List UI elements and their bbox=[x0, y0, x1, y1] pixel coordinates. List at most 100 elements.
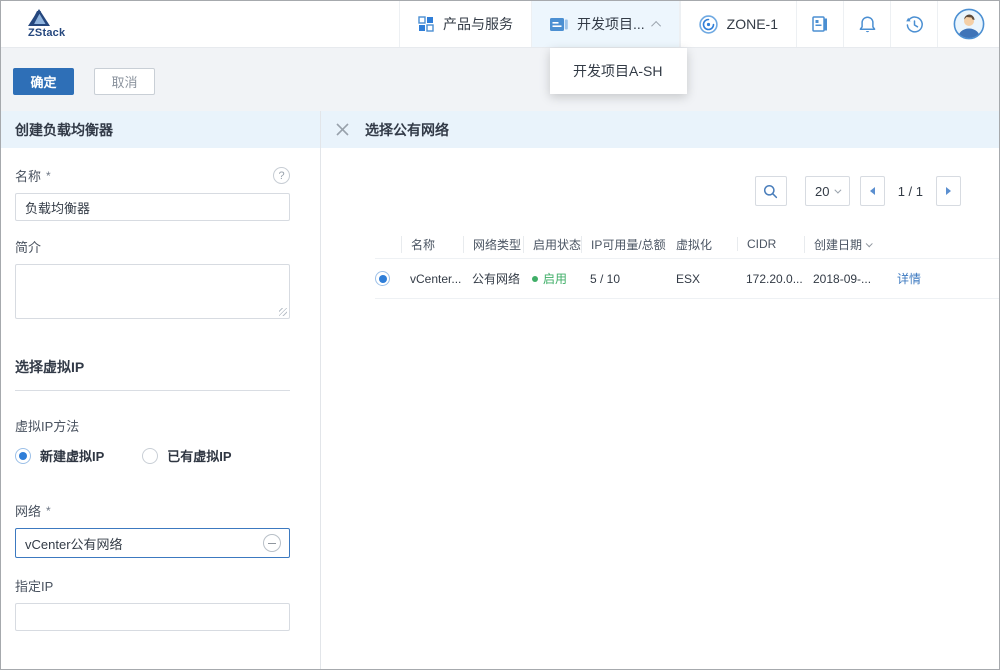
next-page-button[interactable] bbox=[936, 176, 961, 206]
network-label-row: 网络 * bbox=[15, 501, 290, 520]
brand-name: ZStack bbox=[28, 27, 65, 39]
pagination-indicator: 1 / 1 bbox=[898, 184, 923, 199]
chevron-up-icon bbox=[651, 20, 661, 30]
column-header-type[interactable]: 网络类型 bbox=[463, 236, 523, 253]
zone-icon bbox=[699, 15, 718, 34]
top-bar: ZStack 产品与服务 开发项目... bbox=[1, 1, 999, 48]
column-header-status[interactable]: 启用状态 bbox=[523, 236, 581, 253]
network-input[interactable] bbox=[16, 530, 263, 556]
cell-name: vCenter... bbox=[401, 272, 463, 286]
next-page-icon bbox=[946, 187, 951, 195]
avatar-icon bbox=[953, 8, 985, 40]
project-icon bbox=[550, 17, 568, 32]
column-header-virtualization[interactable]: 虚拟化 bbox=[667, 236, 737, 253]
detail-link[interactable]: 详情 bbox=[897, 270, 921, 287]
search-button[interactable] bbox=[755, 176, 787, 206]
search-icon bbox=[763, 184, 778, 199]
create-loadbalancer-panel: 创建负载均衡器 名称 * ? 简介 选择虚拟IP 虚拟IP方 bbox=[1, 111, 321, 669]
left-panel-title: 创建负载均衡器 bbox=[15, 120, 113, 140]
description-textarea[interactable] bbox=[15, 264, 290, 319]
cell-type: 公有网络 bbox=[463, 270, 523, 287]
page-size-value: 20 bbox=[815, 184, 829, 199]
name-input[interactable] bbox=[15, 193, 290, 221]
column-header-date[interactable]: 创建日期 bbox=[804, 236, 888, 253]
radio-new-vip-control[interactable] bbox=[15, 448, 31, 464]
project-dropdown-menu: 开发项目A-SH bbox=[550, 48, 687, 94]
nav-project-label: 开发项目... bbox=[577, 14, 645, 34]
main-content: 创建负载均衡器 名称 * ? 简介 选择虚拟IP 虚拟IP方 bbox=[1, 111, 999, 669]
close-icon[interactable] bbox=[335, 122, 350, 137]
prev-page-icon bbox=[870, 187, 875, 195]
name-label-row: 名称 * ? bbox=[15, 166, 290, 185]
confirm-button[interactable]: 确定 bbox=[13, 68, 74, 95]
radio-existing-vip-label: 已有虚拟IP bbox=[167, 446, 231, 465]
nav-products-label: 产品与服务 bbox=[443, 14, 513, 34]
network-label: 网络 bbox=[15, 501, 41, 520]
app-window: ZStack 产品与服务 开发项目... bbox=[0, 0, 1000, 670]
specify-ip-label-row: 指定IP bbox=[15, 576, 290, 595]
grid-icon bbox=[418, 16, 434, 32]
cell-status: 启用 bbox=[523, 270, 581, 287]
left-panel-header: 创建负载均衡器 bbox=[1, 111, 320, 148]
bell-icon bbox=[858, 15, 877, 34]
cell-ip-quota: 5 / 10 bbox=[581, 272, 667, 286]
right-panel-title: 选择公有网络 bbox=[365, 120, 449, 140]
nav-project-selector[interactable]: 开发项目... bbox=[531, 1, 680, 47]
sort-caret-icon bbox=[866, 240, 873, 247]
table-header-row: 名称 网络类型 启用状态 IP可用量/总额 虚拟化 CIDR 创建日期 bbox=[375, 230, 999, 258]
caret-down-icon bbox=[835, 186, 842, 193]
radio-existing-vip[interactable]: 已有虚拟IP bbox=[142, 446, 231, 465]
row-radio-cell bbox=[375, 271, 401, 286]
network-selector[interactable] bbox=[15, 528, 290, 558]
action-bar: 确定 取消 bbox=[1, 48, 999, 111]
cell-cidr: 172.20.0... bbox=[737, 272, 804, 286]
nav-products-services[interactable]: 产品与服务 bbox=[399, 1, 531, 47]
loadbalancer-form: 名称 * ? 简介 选择虚拟IP 虚拟IP方法 bbox=[1, 148, 320, 670]
network-table: 名称 网络类型 启用状态 IP可用量/总额 虚拟化 CIDR 创建日期 bbox=[375, 230, 999, 299]
user-avatar[interactable] bbox=[937, 1, 999, 47]
column-header-cidr[interactable]: CIDR bbox=[737, 237, 804, 251]
vip-section-title: 选择虚拟IP bbox=[15, 357, 290, 391]
specify-ip-input[interactable] bbox=[15, 603, 290, 631]
history-icon bbox=[905, 15, 924, 34]
nav-zone-selector[interactable]: ZONE-1 bbox=[680, 1, 796, 47]
description-textarea-wrap bbox=[15, 264, 290, 319]
cell-virtualization: ESX bbox=[667, 272, 737, 286]
radio-existing-vip-control[interactable] bbox=[142, 448, 158, 464]
column-header-ip[interactable]: IP可用量/总额 bbox=[581, 236, 667, 253]
radio-new-vip-label: 新建虚拟IP bbox=[40, 446, 104, 465]
row-radio-selected[interactable] bbox=[375, 271, 390, 286]
resize-handle[interactable] bbox=[279, 308, 287, 316]
help-icon[interactable]: ? bbox=[273, 167, 290, 184]
specify-ip-label: 指定IP bbox=[15, 576, 53, 595]
nav-notifications-button[interactable] bbox=[843, 1, 890, 47]
required-mark: * bbox=[46, 169, 51, 183]
brand-logo[interactable]: ZStack bbox=[1, 1, 141, 47]
vip-method-label-row: 虚拟IP方法 bbox=[15, 416, 290, 435]
prev-page-button[interactable] bbox=[860, 176, 885, 206]
name-label: 名称 bbox=[15, 166, 41, 185]
remove-icon[interactable] bbox=[263, 534, 281, 552]
zstack-logo-icon bbox=[28, 9, 50, 26]
status-dot bbox=[532, 276, 538, 282]
cell-action: 详情 bbox=[888, 270, 938, 287]
table-row[interactable]: vCenter... 公有网络 启用 5 / 10 ESX 172.20.0..… bbox=[375, 258, 999, 299]
column-header-name[interactable]: 名称 bbox=[401, 236, 463, 253]
nav-history-button[interactable] bbox=[890, 1, 937, 47]
status-text: 启用 bbox=[543, 270, 567, 287]
nav-zone-label: ZONE-1 bbox=[727, 16, 778, 32]
radio-new-vip[interactable]: 新建虚拟IP bbox=[15, 446, 104, 465]
select-network-panel: 选择公有网络 20 1 / 1 bbox=[321, 111, 999, 669]
description-label-row: 简介 bbox=[15, 237, 290, 256]
cancel-button[interactable]: 取消 bbox=[94, 68, 155, 95]
project-dropdown-item[interactable]: 开发项目A-SH bbox=[550, 48, 687, 94]
right-panel-header: 选择公有网络 bbox=[321, 111, 999, 148]
cell-date: 2018-09-... bbox=[804, 272, 888, 286]
description-label: 简介 bbox=[15, 237, 41, 256]
vip-method-label: 虚拟IP方法 bbox=[15, 416, 79, 435]
nav-documents-button[interactable] bbox=[796, 1, 843, 47]
document-icon bbox=[811, 15, 829, 33]
vip-method-radio-group: 新建虚拟IP 已有虚拟IP bbox=[15, 446, 290, 465]
page-size-select[interactable]: 20 bbox=[805, 176, 850, 206]
top-nav: 产品与服务 开发项目... ZONE-1 bbox=[399, 1, 999, 47]
